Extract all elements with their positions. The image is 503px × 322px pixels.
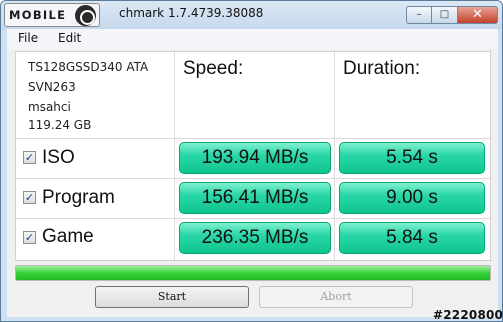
game-speed-result: 236.35 MB/s	[179, 222, 331, 254]
device-model: TS128GSSD340 ATA	[28, 60, 149, 74]
column-divider	[334, 52, 335, 260]
iso-checkbox[interactable]: ✓	[23, 151, 36, 164]
program-checkbox[interactable]: ✓	[23, 191, 36, 204]
results-grid: TS128GSSD340 ATA SVN263 msahci 119.24 GB…	[15, 51, 491, 261]
duration-header: Duration:	[343, 58, 421, 79]
device-driver: msahci	[28, 100, 71, 114]
game-duration-result: 5.84 s	[339, 222, 485, 254]
watermark-id: #2220800	[433, 308, 503, 322]
device-capacity: 119.24 GB	[28, 118, 92, 132]
benchmark-progress-bar	[15, 265, 491, 281]
progress-fill	[16, 266, 490, 280]
iso-label: ISO	[42, 147, 75, 168]
logo-circle-icon	[75, 5, 96, 26]
app-window: MOBILE chmark 1.7.4739.38088 – □ ✕ File …	[0, 0, 503, 322]
maximize-button[interactable]: □	[432, 6, 458, 24]
start-button[interactable]: Start	[95, 286, 249, 308]
program-duration-result: 9.00 s	[339, 182, 485, 214]
iso-duration-result: 5.54 s	[339, 142, 485, 174]
window-title: chmark 1.7.4739.38088	[119, 6, 264, 20]
speed-header: Speed:	[183, 58, 244, 79]
row-divider	[16, 178, 490, 179]
column-divider	[174, 52, 175, 260]
abort-button[interactable]: Abort	[259, 286, 413, 308]
device-firmware: SVN263	[28, 80, 76, 94]
iso-speed-result: 193.94 MB/s	[179, 142, 331, 174]
row-divider	[16, 138, 490, 139]
mobile01-logo: MOBILE	[4, 3, 100, 27]
menu-edit[interactable]: Edit	[58, 31, 81, 45]
title-bar[interactable]: MOBILE chmark 1.7.4739.38088 – □ ✕	[1, 1, 502, 29]
menu-file[interactable]: File	[18, 31, 38, 45]
menu-bar: File Edit	[7, 29, 498, 49]
minimize-button[interactable]: –	[406, 6, 432, 24]
logo-text: MOBILE	[9, 8, 67, 22]
close-button[interactable]: ✕	[458, 6, 498, 24]
game-checkbox[interactable]: ✓	[23, 231, 36, 244]
program-speed-result: 156.41 MB/s	[179, 182, 331, 214]
program-label: Program	[42, 187, 115, 208]
client-area: TS128GSSD340 ATA SVN263 msahci 119.24 GB…	[7, 49, 498, 317]
row-divider	[16, 218, 490, 219]
game-label: Game	[42, 226, 94, 247]
